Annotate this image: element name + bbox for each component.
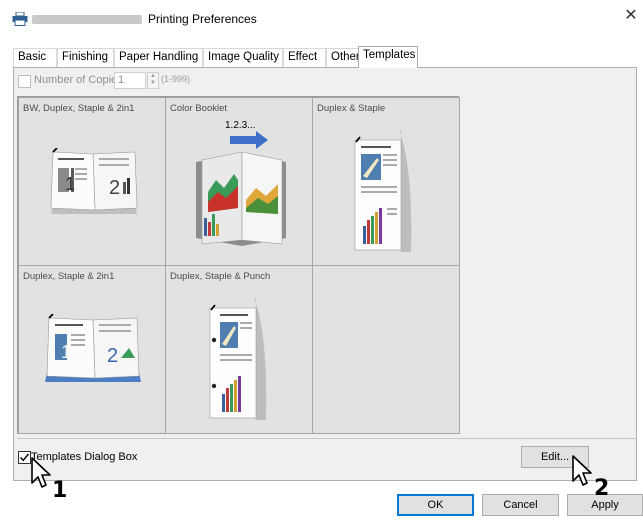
- tab-paper-handling[interactable]: Paper Handling: [114, 48, 203, 67]
- window-title: Printing Preferences: [148, 12, 257, 26]
- template-duplex-staple-punch[interactable]: Duplex, Staple & Punch: [165, 265, 313, 434]
- page-sequence-label: 1.2.3...: [225, 120, 256, 131]
- copies-label: Number of Copies:: [34, 74, 126, 86]
- tab-effect[interactable]: Effect: [283, 48, 326, 67]
- duplex-staple-thumbnail: [354, 130, 412, 252]
- page-number-1: 1: [61, 342, 71, 362]
- template-label: Duplex, Staple & Punch: [170, 271, 271, 282]
- template-label: Color Booklet: [170, 103, 228, 114]
- copies-checkbox[interactable]: [18, 75, 31, 88]
- template-duplex-staple[interactable]: Duplex & Staple: [312, 97, 460, 266]
- checkmark-icon: [20, 453, 30, 462]
- copies-input[interactable]: 1: [114, 72, 146, 89]
- printer-icon: [12, 12, 28, 26]
- template-bw-duplex-staple-2in1[interactable]: BW, Duplex, Staple & 2in1 1 2: [18, 97, 166, 266]
- page-number-2: 2: [109, 177, 120, 199]
- page-number-1: 1: [65, 174, 75, 194]
- booklet-2in1-bw-thumbnail: 1 2: [50, 148, 138, 214]
- template-empty-slot: [312, 265, 460, 434]
- template-grid: BW, Duplex, Staple & 2in1 1 2 Color Book…: [17, 96, 460, 434]
- tab-finishing[interactable]: Finishing: [57, 48, 114, 67]
- duplex-punch-thumbnail: [209, 298, 267, 420]
- cancel-button[interactable]: Cancel: [482, 494, 559, 516]
- template-color-booklet[interactable]: Color Booklet 1.2.3...: [165, 97, 313, 266]
- pointer-cursor-icon: [31, 457, 51, 488]
- printer-name-redacted: [32, 15, 142, 24]
- callout-number-1: 1: [52, 478, 68, 503]
- page-number-2: 2: [107, 345, 118, 367]
- title-bar: Printing Preferences ✕: [0, 0, 643, 38]
- pointer-cursor-icon: [572, 455, 592, 486]
- close-button[interactable]: ✕: [619, 4, 643, 28]
- tab-basic[interactable]: Basic: [13, 48, 57, 67]
- copies-range: (1-999): [161, 74, 191, 84]
- template-label: Duplex & Staple: [317, 103, 386, 114]
- separator: [17, 438, 637, 439]
- color-booklet-thumbnail: 1.2.3...: [196, 120, 286, 246]
- template-label: Duplex, Staple & 2in1: [23, 271, 115, 282]
- copies-spinner[interactable]: ▲ ▼: [147, 72, 159, 89]
- ok-button[interactable]: OK: [397, 494, 474, 516]
- template-label: BW, Duplex, Staple & 2in1: [23, 103, 135, 114]
- tab-image-quality[interactable]: Image Quality: [203, 48, 283, 67]
- booklet-2in1-color-thumbnail: 1 2: [45, 314, 141, 382]
- tab-templates[interactable]: Templates: [358, 46, 418, 68]
- template-duplex-staple-2in1[interactable]: Duplex, Staple & 2in1 1 2: [18, 265, 166, 434]
- callout-number-2: 2: [594, 476, 610, 501]
